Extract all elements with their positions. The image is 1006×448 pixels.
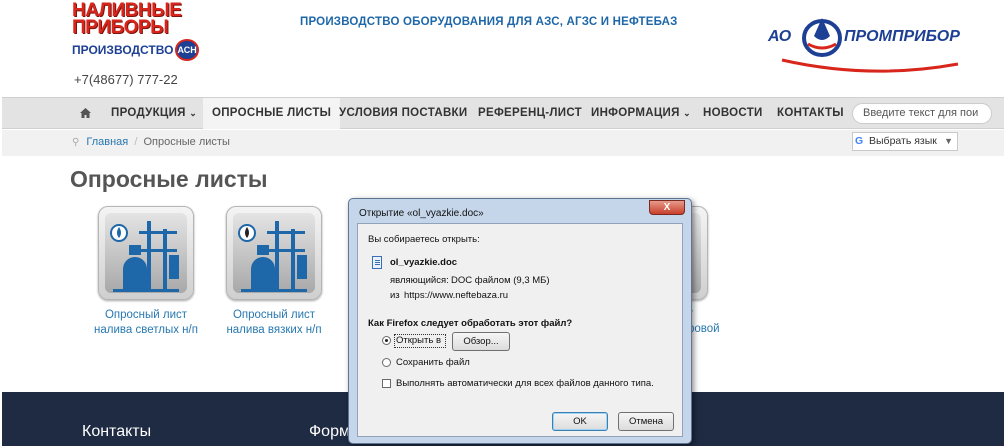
nav-item-label: УСЛОВИЯ ПОСТАВКИ <box>339 107 468 119</box>
nav-item-label: КОНТАКТЫ <box>777 107 844 119</box>
location-pin-icon: ⚲ <box>72 137 80 148</box>
breadcrumb-separator: / <box>134 136 138 148</box>
breadcrumb-current: Опросные листы <box>143 136 230 148</box>
nav-item-reference-list[interactable]: РЕФЕРЕНЦ-ЛИСТ <box>469 98 591 129</box>
nav-item-label: ИНФОРМАЦИЯ <box>591 107 680 119</box>
company-logo[interactable]: АО ПРОМПРИБОР <box>762 8 962 78</box>
dialog-intro: Вы собираетесь открыть: <box>368 234 480 245</box>
search-input[interactable]: Введите текст для пои <box>852 103 992 124</box>
tile-caption-fragment-2[interactable]: ровой <box>688 323 720 335</box>
company-logo-ao: АО <box>768 28 792 45</box>
nav-item-news[interactable]: НОВОСТИ <box>694 98 772 129</box>
logo-line-2: ПРИБОРЫ <box>72 17 169 38</box>
close-icon: X <box>663 202 671 213</box>
footer-contacts-heading: Контакты <box>82 423 152 440</box>
logo-subtitle: ПРОИЗВОДСТВО <box>72 43 174 57</box>
web-page: НАЛИВНЫЕ ПРИБОРЫ ПРОИЗВОДСТВО АСН +7(486… <box>2 2 1004 446</box>
open-with-radio[interactable] <box>382 336 391 345</box>
auto-action-checkbox[interactable] <box>382 379 391 388</box>
nav-item-label: НОВОСТИ <box>703 107 763 119</box>
ok-button[interactable]: OK <box>552 412 608 431</box>
google-icon: G <box>855 135 864 147</box>
dialog-from-value: https://www.neftebaza.ru <box>404 290 509 301</box>
logo-line-3: ПРОИЗВОДСТВО АСН <box>72 39 199 61</box>
tile-caption-line1: Опросный лист <box>232 309 316 321</box>
dialog-title: Открытие «ol_vyazkie.doc» <box>359 208 484 219</box>
company-logo-name: ПРОМПРИБОР <box>844 28 960 45</box>
save-file-radio[interactable] <box>382 358 391 367</box>
tile-caption-viscous[interactable]: Опросный лист налива вязких н/п <box>209 308 339 338</box>
nav-item-information[interactable]: ИНФОРМАЦИЯ ⌄ <box>582 98 700 129</box>
breadcrumb: ⚲ Главная / Опросные листы <box>72 136 230 148</box>
dialog-body: Вы собираетесь открыть: ol_vyazkie.doc я… <box>357 223 683 437</box>
auto-action-label[interactable]: Выполнять автоматически для всех файлов … <box>396 378 654 389</box>
tile-caption-line2: налива вязких н/п <box>226 324 322 336</box>
footer-second-heading: Форм <box>309 423 350 440</box>
site-tagline: ПРОИЗВОДСТВО ОБОРУДОВАНИЯ ДЛЯ АЗС, АГЗС … <box>300 16 678 28</box>
dialog-from-label: из <box>390 290 400 301</box>
chevron-down-icon: ⌄ <box>683 108 692 118</box>
questionnaire-tile-light[interactable] <box>98 206 194 300</box>
loading-station-icon <box>110 221 179 292</box>
tile-caption-light[interactable]: Опросный лист налива светлых н/п <box>81 308 211 338</box>
main-nav: ПРОДУКЦИЯ ⌄ ОПРОСНЫЕ ЛИСТЫ УСЛОВИЯ ПОСТА… <box>2 97 1004 129</box>
nav-item-delivery-terms[interactable]: УСЛОВИЯ ПОСТАВКИ <box>330 98 476 129</box>
nav-item-contacts[interactable]: КОНТАКТЫ <box>768 98 853 129</box>
dialog-type-label: являющийся: <box>390 275 449 286</box>
dropdown-arrow-icon: ▼ <box>944 136 953 146</box>
loading-station-icon <box>238 221 307 292</box>
breadcrumb-home-link[interactable]: Главная <box>86 136 128 148</box>
page-title: Опросные листы <box>70 166 268 192</box>
language-selector-label: Выбрать язык <box>869 135 937 147</box>
dialog-question: Как Firefox следует обработать этот файл… <box>368 318 573 329</box>
questionnaire-tile-viscous[interactable] <box>226 206 322 300</box>
site-logo[interactable]: НАЛИВНЫЕ ПРИБОРЫ ПРОИЗВОДСТВО АСН <box>72 2 199 61</box>
phone-number[interactable]: +7(48677) 777-22 <box>74 72 178 87</box>
open-file-dialog: Открытие «ol_vyazkie.doc» X Вы собираете… <box>348 198 692 444</box>
nav-item-label: ОПРОСНЫЕ ЛИСТЫ <box>212 107 332 119</box>
browse-button[interactable]: Обзор... <box>452 332 510 351</box>
home-icon[interactable] <box>80 108 91 118</box>
breadcrumb-bar: ⚲ Главная / Опросные листы G Выбрать язык… <box>2 130 1004 156</box>
open-with-label[interactable]: Открыть в <box>396 335 441 346</box>
save-file-label[interactable]: Сохранить файл <box>396 357 470 368</box>
dialog-filename: ol_vyazkie.doc <box>390 257 458 268</box>
document-icon <box>372 256 382 269</box>
nav-item-label: РЕФЕРЕНЦ-ЛИСТ <box>478 107 582 119</box>
tile-caption-line2: налива светлых н/п <box>94 324 198 336</box>
company-logo-emblem-icon <box>802 18 842 57</box>
close-button[interactable]: X <box>649 200 685 215</box>
logo-swoosh-icon <box>781 58 959 73</box>
nav-item-questionnaires[interactable]: ОПРОСНЫЕ ЛИСТЫ <box>203 98 341 129</box>
nav-item-label: ПРОДУКЦИЯ <box>111 107 186 119</box>
tile-caption-line1: Опросный лист <box>104 309 188 321</box>
cancel-button[interactable]: Отмена <box>618 412 674 431</box>
logo-badge: АСН <box>175 39 199 61</box>
chevron-down-icon: ⌄ <box>189 108 198 118</box>
language-selector[interactable]: G Выбрать язык ▼ <box>852 132 958 151</box>
dialog-type-value: DOC файлом (9,3 МБ) <box>451 275 550 286</box>
nav-item-products[interactable]: ПРОДУКЦИЯ ⌄ <box>102 98 206 129</box>
